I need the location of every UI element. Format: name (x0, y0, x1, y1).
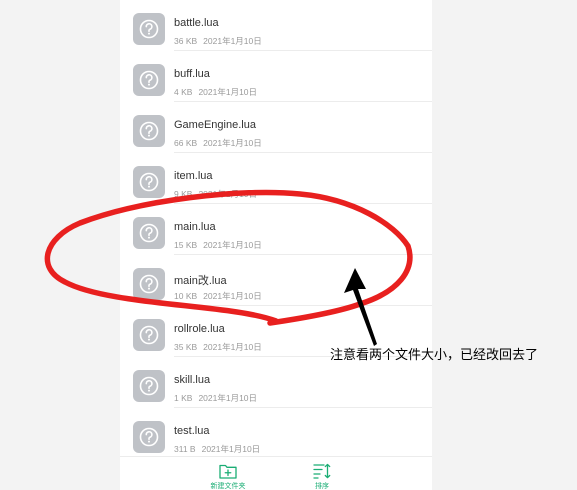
annotation-overlay (44, 189, 413, 346)
red-highlight-circle (44, 189, 413, 326)
annotation-text: 注意看两个文件大小，已经改回去了 (330, 347, 539, 362)
